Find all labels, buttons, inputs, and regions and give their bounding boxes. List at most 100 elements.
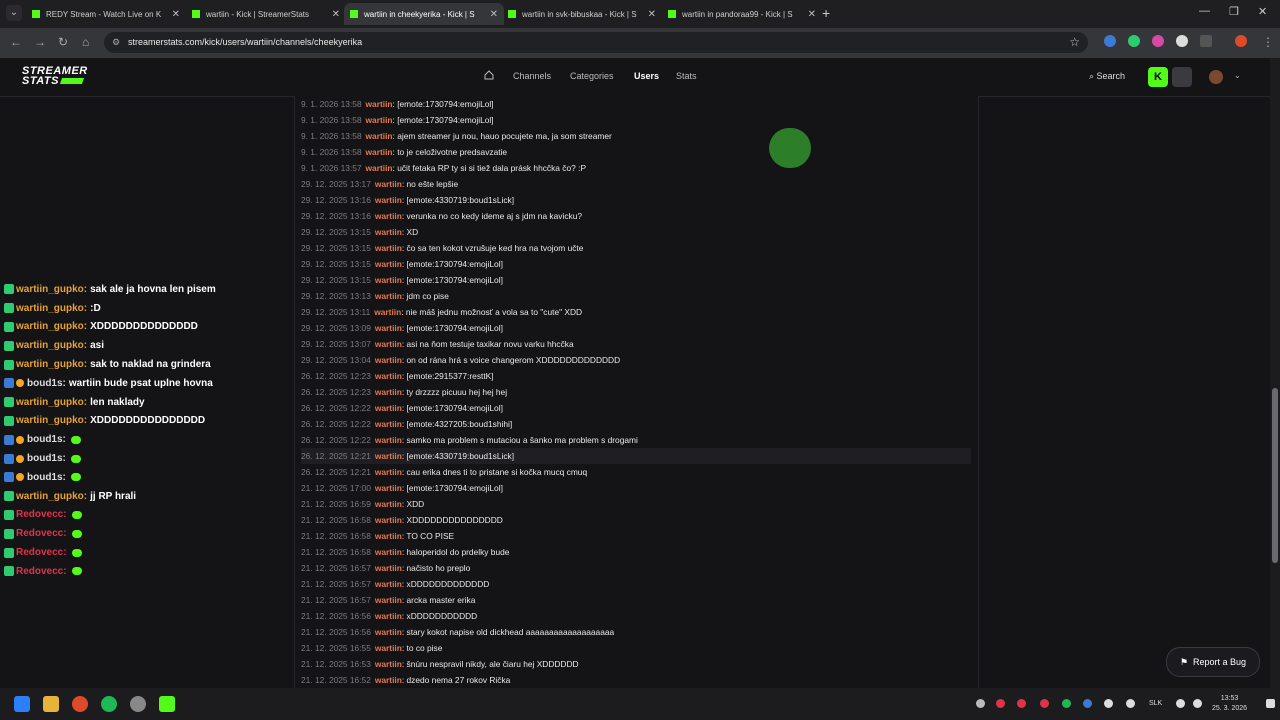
streamerstats-logo[interactable]: STREAMER STATS (22, 66, 88, 87)
log-username-link[interactable]: wartiin (375, 595, 402, 605)
twitch-icon[interactable] (1172, 67, 1192, 87)
volume-icon[interactable] (1193, 699, 1202, 708)
log-username-link[interactable]: wartiin (375, 563, 402, 573)
tab-svk-bibuskaa[interactable]: wartiin in svk-bibuskaa - Kick | S ✕ (502, 3, 662, 25)
log-username-link[interactable]: wartiin (366, 163, 393, 173)
input-language-indicator[interactable]: SLK (1149, 700, 1162, 707)
log-username-link[interactable]: wartiin (375, 339, 402, 349)
tab-redy-stream[interactable]: REDY Stream - Watch Live on K ✕ (26, 3, 186, 25)
taskbar-clock[interactable]: 13:53 25. 3. 2026 (1212, 694, 1247, 714)
log-username-link[interactable]: wartiin (375, 499, 402, 509)
log-username-link[interactable]: wartiin (366, 131, 393, 141)
tray-microphone-icon[interactable] (1126, 699, 1135, 708)
profile-avatar-icon[interactable] (1235, 35, 1247, 47)
extension-icon[interactable] (1152, 35, 1164, 47)
log-username-link[interactable]: wartiin (366, 115, 393, 125)
url-field[interactable]: ⚙ streamerstats.com/kick/users/wartiin/c… (104, 32, 1088, 53)
close-icon[interactable]: ✕ (332, 9, 340, 20)
home-icon[interactable]: ⌂ (82, 35, 89, 49)
spotify-icon[interactable] (101, 696, 117, 712)
page-scrollbar[interactable] (1270, 58, 1280, 688)
log-username-link[interactable]: wartiin (375, 195, 402, 205)
address-bar-row: ← → ↻ ⌂ ⚙ streamerstats.com/kick/users/w… (0, 28, 1280, 58)
log-username-link[interactable]: wartiin (375, 547, 402, 557)
chevron-down-icon[interactable]: ⌄ (1234, 71, 1241, 80)
log-username-link[interactable]: wartiin (375, 467, 402, 477)
minimize-button[interactable]: — (1199, 5, 1210, 17)
log-username-link[interactable]: wartiin (366, 147, 393, 157)
log-username-link[interactable]: wartiin (375, 403, 402, 413)
log-username-link[interactable]: wartiin (375, 611, 402, 621)
tray-app-icon[interactable] (1040, 699, 1049, 708)
new-tab-button[interactable]: + (822, 5, 830, 21)
chrome-icon[interactable] (72, 696, 88, 712)
extensions-puzzle-icon[interactable] (1200, 35, 1212, 47)
log-username-link[interactable]: wartiin (375, 323, 402, 333)
log-username-link[interactable]: wartiin (375, 355, 402, 365)
report-bug-button[interactable]: ⚑ Report a Bug (1166, 647, 1260, 677)
game-launcher-icon[interactable] (159, 696, 175, 712)
log-username-link[interactable]: wartiin (375, 243, 402, 253)
log-username-link[interactable]: wartiin (375, 435, 402, 445)
tray-spotify-icon[interactable] (1062, 699, 1071, 708)
extension-icon[interactable] (1176, 35, 1188, 47)
log-username-link[interactable]: wartiin (375, 179, 402, 189)
tray-app-icon[interactable] (1017, 699, 1026, 708)
site-info-icon[interactable]: ⚙ (112, 37, 120, 48)
log-username-link[interactable]: wartiin (375, 387, 402, 397)
log-username-link[interactable]: wartiin (375, 211, 402, 221)
scrollbar-thumb[interactable] (1272, 388, 1278, 563)
reload-icon[interactable]: ↻ (58, 35, 68, 49)
log-username-link[interactable]: wartiin (375, 451, 402, 461)
settings-gear-icon[interactable] (130, 696, 146, 712)
close-icon[interactable]: ✕ (648, 9, 656, 20)
tray-app-icon[interactable] (1104, 699, 1113, 708)
extension-icon[interactable] (1104, 35, 1116, 47)
extension-icon[interactable] (1128, 35, 1140, 47)
file-explorer-icon[interactable] (43, 696, 59, 712)
log-username-link[interactable]: wartiin (366, 99, 393, 109)
windows-start-icon[interactable] (14, 696, 30, 712)
log-username-link[interactable]: wartiin (375, 419, 402, 429)
log-username-link[interactable]: wartiin (375, 659, 402, 669)
user-avatar[interactable] (1209, 70, 1223, 84)
nav-users[interactable]: Users (634, 71, 659, 81)
log-username-link[interactable]: wartiin (374, 307, 401, 317)
log-username-link[interactable]: wartiin (375, 515, 402, 525)
log-username-link[interactable]: wartiin (375, 531, 402, 541)
nav-categories[interactable]: Categories (570, 71, 614, 81)
network-icon[interactable] (1176, 699, 1185, 708)
tray-app-icon[interactable] (996, 699, 1005, 708)
log-username-link[interactable]: wartiin (375, 675, 402, 685)
log-username-link[interactable]: wartiin (375, 371, 402, 381)
close-window-button[interactable]: ✕ (1258, 5, 1267, 18)
close-icon[interactable]: ✕ (808, 9, 816, 20)
tray-steam-icon[interactable] (1083, 699, 1092, 708)
log-username-link[interactable]: wartiin (375, 259, 402, 269)
notifications-icon[interactable] (1266, 699, 1275, 708)
log-username-link[interactable]: wartiin (375, 227, 402, 237)
log-username-link[interactable]: wartiin (375, 579, 402, 589)
log-username-link[interactable]: wartiin (375, 643, 402, 653)
search-button[interactable]: ⌕ Search (1089, 71, 1125, 82)
home-nav-icon[interactable] (484, 70, 494, 80)
tray-chevron-up-icon[interactable] (976, 699, 985, 708)
log-username-link[interactable]: wartiin (375, 291, 402, 301)
close-icon[interactable]: ✕ (490, 9, 498, 20)
tab-cheekyerika[interactable]: wartiin in cheekyerika - Kick | S ✕ (344, 3, 504, 25)
tab-search-button[interactable]: ⌄ (6, 5, 22, 21)
tab-pandoraa99[interactable]: wartiin in pandoraa99 - Kick | S ✕ (662, 3, 822, 25)
maximize-button[interactable]: ❐ (1229, 5, 1239, 18)
back-arrow-icon[interactable]: ← (10, 35, 22, 49)
log-username-link[interactable]: wartiin (375, 627, 402, 637)
log-username-link[interactable]: wartiin (375, 483, 402, 493)
browser-menu-icon[interactable]: ⋮ (1262, 35, 1274, 49)
kick-login-button[interactable]: K (1148, 67, 1168, 87)
bookmark-star-icon[interactable]: ☆ (1069, 35, 1080, 49)
log-username-link[interactable]: wartiin (375, 275, 402, 285)
forward-arrow-icon[interactable]: → (34, 35, 46, 49)
close-icon[interactable]: ✕ (172, 9, 180, 20)
nav-stats[interactable]: Stats (676, 71, 697, 81)
tab-wartiin-kick[interactable]: wartiin - Kick | StreamerStats ✕ (186, 3, 346, 25)
nav-channels[interactable]: Channels (513, 71, 551, 81)
